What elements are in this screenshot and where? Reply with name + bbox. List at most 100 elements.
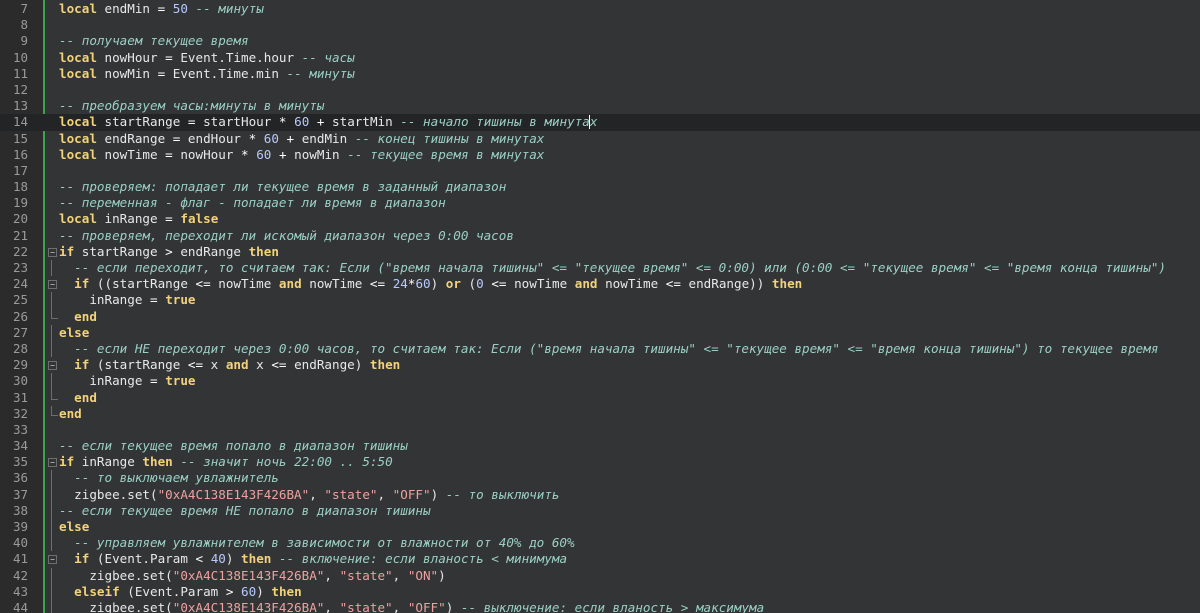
code-line[interactable]: 36 -- то выключаем увлажнитель	[0, 470, 1200, 487]
line-number: 16	[12, 146, 28, 162]
code-line[interactable]: 28 -- если НЕ переходит через 0:00 часов…	[0, 340, 1200, 358]
code-text[interactable]: -- если НЕ переходит через 0:00 часов, т…	[59, 341, 1158, 357]
code-line[interactable]: 31 end	[0, 389, 1200, 406]
code-line[interactable]: 13 -- преобразуем часы:минуты в минуты	[0, 98, 1200, 114]
keyword-token: else	[59, 324, 90, 340]
code-line[interactable]: 17	[0, 163, 1200, 179]
code-text[interactable]: -- преобразуем часы:минуты в минуты	[59, 98, 324, 114]
code-line[interactable]: 7 local endMin = 50 -- минуты	[0, 1, 1200, 17]
fold-toggle-icon[interactable]: −	[48, 361, 57, 371]
code-token: ,	[392, 567, 408, 583]
code-text[interactable]: -- если текущее время попало в диапазон …	[59, 438, 408, 454]
code-line[interactable]: 23 -- если переходит, то считаем так: Ес…	[0, 260, 1200, 277]
code-line[interactable]: 12	[0, 82, 1200, 98]
code-line[interactable]: 22 − if startRange > endRange then	[0, 244, 1200, 260]
code-token: ((startRange	[89, 276, 196, 292]
line-number: 17	[12, 162, 28, 178]
code-line[interactable]: 42 zigbee.set("0xA4C138E143F426BA", "sta…	[0, 567, 1200, 584]
code-text[interactable]: local endRange = endHour * 60 + endMin -…	[59, 131, 544, 147]
code-text[interactable]: local endMin = 50 -- минуты	[59, 1, 264, 17]
code-text[interactable]: zigbee.set("0xA4C138E143F426BA", "state"…	[59, 600, 764, 613]
code-line[interactable]: 8	[0, 17, 1200, 33]
code-line[interactable]: 40 -- управляем увлажнителем в зависимос…	[0, 535, 1200, 552]
code-line[interactable]: 38 -- если текущее время НЕ попало в диап…	[0, 502, 1200, 519]
code-text[interactable]: zigbee.set("0xA4C138E143F426BA", "state"…	[59, 487, 559, 503]
code-line[interactable]: 15 local endRange = endHour * 60 + endMin…	[0, 131, 1200, 147]
code-line[interactable]: 20 local inRange = false	[0, 211, 1200, 227]
fold-guide	[51, 486, 52, 503]
code-text[interactable]: else	[59, 325, 89, 341]
code-line-current[interactable]: 14 local startRange = startHour * 60 + st…	[0, 114, 1200, 131]
code-text[interactable]: if (Event.Param < 40) then -- включение:…	[59, 551, 567, 567]
code-text[interactable]: end	[59, 309, 97, 325]
code-text[interactable]: elseif (Event.Param > 60) then	[59, 584, 302, 600]
code-text[interactable]: zigbee.set("0xA4C138E143F426BA", "state"…	[59, 567, 445, 584]
code-text[interactable]: -- получаем текущее время	[59, 33, 249, 49]
code-line[interactable]: 33	[0, 422, 1200, 438]
code-token: )	[445, 599, 461, 613]
code-text[interactable]: local inRange = false	[59, 211, 218, 227]
fold-toggle-icon[interactable]: −	[48, 247, 57, 257]
code-line[interactable]: 43 elseif (Event.Param > 60) then	[0, 583, 1200, 600]
code-text[interactable]: inRange = true	[59, 373, 196, 389]
code-text[interactable]: end	[59, 406, 82, 422]
code-lines[interactable]: 7 local endMin = 50 -- минуты 8 9 -- получае…	[0, 1, 1200, 613]
code-text[interactable]: if startRange > endRange then	[59, 244, 279, 260]
comment-token: -- минуты	[195, 1, 264, 16]
code-line[interactable]: 44 zigbee.set("0xA4C138E143F426BA", "sta…	[0, 599, 1200, 613]
code-token: Event.Time.min	[165, 65, 287, 81]
keyword-token: if	[74, 357, 90, 373]
code-text[interactable]: -- то выключаем увлажнитель	[59, 470, 279, 486]
code-text[interactable]: -- если переходит, то считаем так: Если …	[59, 260, 1166, 276]
fold-toggle-icon[interactable]: −	[48, 458, 57, 468]
code-text[interactable]: end	[59, 390, 97, 406]
comment-token: -- то выключить	[445, 486, 560, 502]
code-text[interactable]: -- проверяем, переходит ли искомый диапа…	[59, 228, 514, 244]
code-line[interactable]: 29 − if (startRange <= x and x <= endRang…	[0, 357, 1200, 373]
keyword-token: if	[59, 243, 75, 259]
code-line[interactable]: 26 end	[0, 308, 1200, 325]
code-text[interactable]: if (startRange <= x and x <= endRange) t…	[59, 357, 400, 373]
code-line[interactable]: 35 − if inRange then -- значит ночь 22:00 …	[0, 454, 1200, 470]
code-text[interactable]: local nowHour = Event.Time.hour -- часы	[59, 50, 355, 66]
code-text[interactable]: -- проверяем: попадает ли текущее время …	[59, 179, 506, 195]
code-text[interactable]: -- переменная - флаг - попадает ли время…	[59, 195, 446, 211]
code-line[interactable]: 32 end	[0, 405, 1200, 422]
code-line[interactable]: 11 local nowMin = Event.Time.min -- минут…	[0, 66, 1200, 82]
line-number: 30	[12, 373, 28, 389]
code-line[interactable]: 10 local nowHour = Event.Time.hour -- час…	[0, 50, 1200, 66]
code-line[interactable]: 21 -- проверяем, переходит ли искомый диа…	[0, 228, 1200, 244]
code-line[interactable]: 9 -- получаем текущее время	[0, 33, 1200, 49]
code-line[interactable]: 16 local nowTime = nowHour * 60 + nowMin …	[0, 147, 1200, 163]
code-line[interactable]: 30 inRange = true	[0, 373, 1200, 390]
code-token: nowTime	[96, 146, 166, 162]
code-text[interactable]: -- если текущее время НЕ попало в диапаз…	[59, 503, 431, 519]
code-text[interactable]: if ((startRange <= nowTime and nowTime <…	[59, 276, 802, 292]
keyword-token: and	[278, 276, 302, 292]
code-text[interactable]: -- управляем увлажнителем в зависимости …	[59, 535, 574, 551]
code-text[interactable]: if inRange then -- значит ночь 22:00 .. …	[59, 454, 393, 470]
line-number: 35	[12, 454, 28, 470]
string-token: "ON"	[407, 567, 439, 583]
code-line[interactable]: 24 − if ((startRange <= nowTime and nowTi…	[0, 276, 1200, 292]
code-text[interactable]: local nowTime = nowHour * 60 + nowMin --…	[59, 147, 544, 163]
code-line[interactable]: 39 else	[0, 519, 1200, 536]
fold-toggle-icon[interactable]: −	[48, 280, 57, 290]
comment-token: -- переменная - флаг - попадает ли время…	[59, 195, 446, 211]
keyword-token: true	[165, 373, 196, 389]
code-text[interactable]: local nowMin = Event.Time.min -- минуты	[59, 66, 355, 82]
code-line[interactable]: 41 − if (Event.Param < 40) then -- включе…	[0, 551, 1200, 567]
code-line[interactable]: 19 -- переменная - флаг - попадает ли вре…	[0, 195, 1200, 211]
code-editor[interactable]: 7 local endMin = 50 -- минуты 8 9 -- получае…	[0, 0, 1200, 613]
code-text[interactable]: else	[59, 519, 89, 535]
fold-toggle-icon[interactable]: −	[48, 555, 57, 565]
code-text[interactable]: inRange = true	[59, 292, 195, 308]
code-text[interactable]: local startRange = startHour * 60 + star…	[59, 114, 597, 130]
code-line[interactable]: 27 else	[0, 324, 1200, 341]
code-line[interactable]: 18 -- проверяем: попадает ли текущее врем…	[0, 179, 1200, 195]
code-line[interactable]: 34 -- если текущее время попало в диапазо…	[0, 438, 1200, 454]
code-line[interactable]: 25 inRange = true	[0, 292, 1200, 309]
code-line[interactable]: 37 zigbee.set("0xA4C138E143F426BA", "sta…	[0, 486, 1200, 503]
